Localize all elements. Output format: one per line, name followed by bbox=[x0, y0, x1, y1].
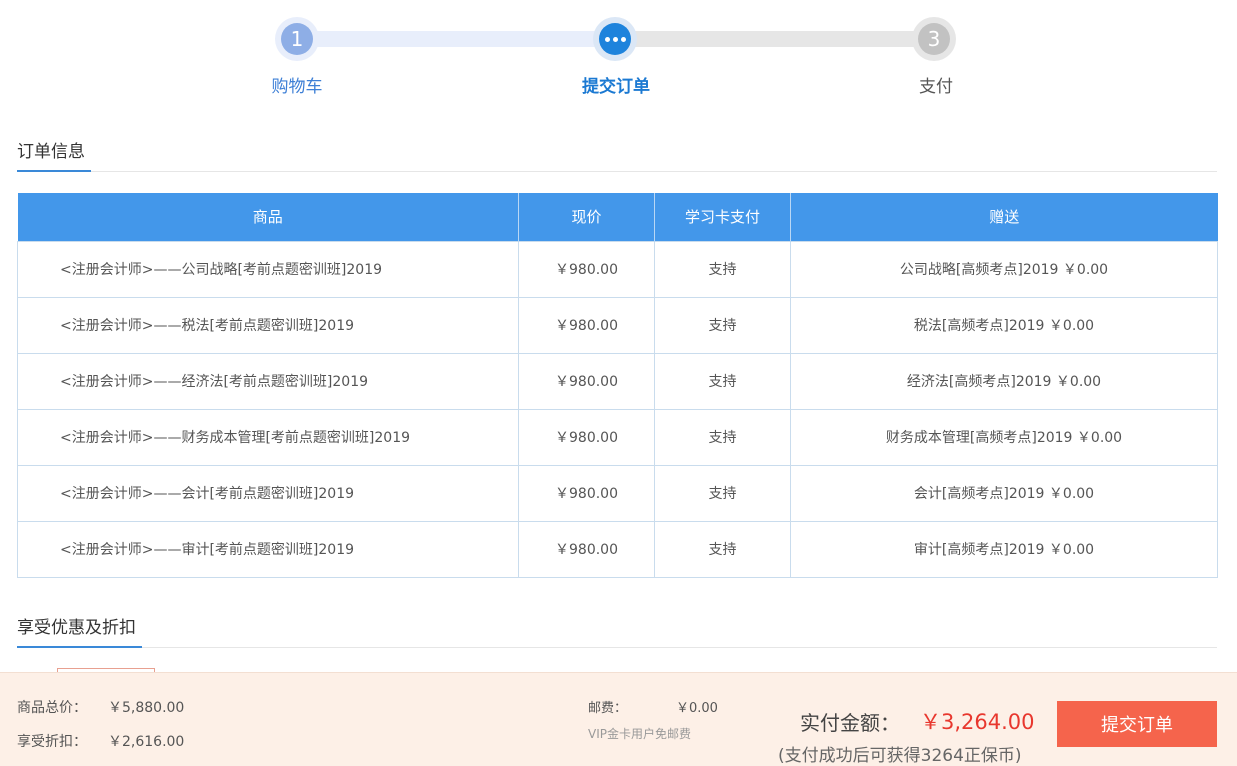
order-table: 商品 现价 学习卡支付 赠送 <注册会计师>——公司战略[考前点题密训班]201… bbox=[17, 193, 1218, 578]
discount-value: ￥2,616.00 bbox=[108, 734, 185, 750]
checkout-stepper: 1 3 购物车 提交订单 支付 bbox=[0, 0, 1237, 110]
table-row: <注册会计师>——审计[考前点题密训班]2019 ￥980.00 支持 审计[高… bbox=[17, 520, 1218, 578]
table-row: <注册会计师>——会计[考前点题密训班]2019 ￥980.00 支持 会计[高… bbox=[17, 464, 1218, 522]
shipping-value: ￥0.00 bbox=[676, 701, 718, 716]
gift-item: 税法[高频考点]2019 ￥0.00 bbox=[790, 296, 1218, 354]
submit-order-button[interactable]: 提交订单 bbox=[1057, 701, 1217, 747]
actual-payment-label: 实付金额： bbox=[800, 711, 900, 735]
step-3-circle: 3 bbox=[912, 17, 956, 61]
shipping-note: VIP金卡用户免邮费 bbox=[588, 727, 691, 741]
product-price: ￥980.00 bbox=[518, 464, 655, 522]
gift-item: 财务成本管理[高频考点]2019 ￥0.00 bbox=[790, 408, 1218, 466]
table-row: <注册会计师>——经济法[考前点题密训班]2019 ￥980.00 支持 经济法… bbox=[17, 352, 1218, 410]
gift-item: 审计[高频考点]2019 ￥0.00 bbox=[790, 520, 1218, 578]
actual-payment-value: ￥3,264.00 bbox=[920, 710, 1035, 734]
order-info-title: 订单信息 bbox=[17, 137, 91, 172]
column-header-gift: 赠送 bbox=[790, 193, 1218, 241]
discount-header: 享受优惠及折扣 bbox=[17, 616, 1217, 648]
product-price: ￥980.00 bbox=[518, 520, 655, 578]
step-label-submit-order: 提交订单 bbox=[582, 77, 650, 97]
step-1-circle[interactable]: 1 bbox=[275, 17, 319, 61]
product-name: <注册会计师>——会计[考前点题密训班]2019 bbox=[17, 464, 519, 522]
card-pay-status: 支持 bbox=[654, 464, 791, 522]
table-row: <注册会计师>——财务成本管理[考前点题密训班]2019 ￥980.00 支持 … bbox=[17, 408, 1218, 466]
step-progress-line-completed bbox=[300, 31, 615, 47]
table-row: <注册会计师>——税法[考前点题密训班]2019 ￥980.00 支持 税法[高… bbox=[17, 296, 1218, 354]
product-price: ￥980.00 bbox=[518, 408, 655, 466]
payment-reward-note: (支付成功后可获得3264正保币) bbox=[778, 746, 1022, 766]
product-name: <注册会计师>——经济法[考前点题密训班]2019 bbox=[17, 352, 519, 410]
product-name: <注册会计师>——财务成本管理[考前点题密训班]2019 bbox=[17, 408, 519, 466]
product-price: ￥980.00 bbox=[518, 240, 655, 298]
shipping-label: 邮费： bbox=[588, 701, 628, 716]
gift-item: 经济法[高频考点]2019 ￥0.00 bbox=[790, 352, 1218, 410]
column-header-product: 商品 bbox=[17, 193, 519, 241]
step-2-circle bbox=[593, 17, 637, 61]
product-price: ￥980.00 bbox=[518, 296, 655, 354]
total-price-label: 商品总价： bbox=[17, 700, 87, 716]
discount-label: 享受折扣： bbox=[17, 734, 87, 750]
card-pay-status: 支持 bbox=[654, 352, 791, 410]
step-1-number: 1 bbox=[281, 23, 313, 55]
more-dots-icon bbox=[599, 23, 631, 55]
order-summary-bar: 商品总价： ￥5,880.00 享受折扣： ￥2,616.00 邮费： ￥0.0… bbox=[0, 672, 1237, 766]
card-pay-status: 支持 bbox=[654, 408, 791, 466]
gift-item: 会计[高频考点]2019 ￥0.00 bbox=[790, 464, 1218, 522]
product-price: ￥980.00 bbox=[518, 352, 655, 410]
product-name: <注册会计师>——审计[考前点题密训班]2019 bbox=[17, 520, 519, 578]
column-header-card-pay: 学习卡支付 bbox=[654, 193, 791, 241]
step-label-payment: 支付 bbox=[919, 77, 953, 97]
discount-title: 享受优惠及折扣 bbox=[17, 613, 142, 648]
card-pay-status: 支持 bbox=[654, 240, 791, 298]
order-info-header: 订单信息 bbox=[17, 140, 1217, 172]
column-header-price: 现价 bbox=[518, 193, 655, 241]
card-pay-status: 支持 bbox=[654, 520, 791, 578]
product-name: <注册会计师>——税法[考前点题密训班]2019 bbox=[17, 296, 519, 354]
step-label-cart[interactable]: 购物车 bbox=[237, 72, 357, 97]
table-header-row: 商品 现价 学习卡支付 赠送 bbox=[17, 193, 1218, 241]
step-progress-line-pending bbox=[615, 31, 935, 47]
gift-item: 公司战略[高频考点]2019 ￥0.00 bbox=[790, 240, 1218, 298]
card-pay-status: 支持 bbox=[654, 296, 791, 354]
table-row: <注册会计师>——公司战略[考前点题密训班]2019 ￥980.00 支持 公司… bbox=[17, 240, 1218, 298]
product-name: <注册会计师>——公司战略[考前点题密训班]2019 bbox=[17, 240, 519, 298]
step-3-number: 3 bbox=[918, 23, 950, 55]
total-price-value: ￥5,880.00 bbox=[108, 700, 185, 716]
